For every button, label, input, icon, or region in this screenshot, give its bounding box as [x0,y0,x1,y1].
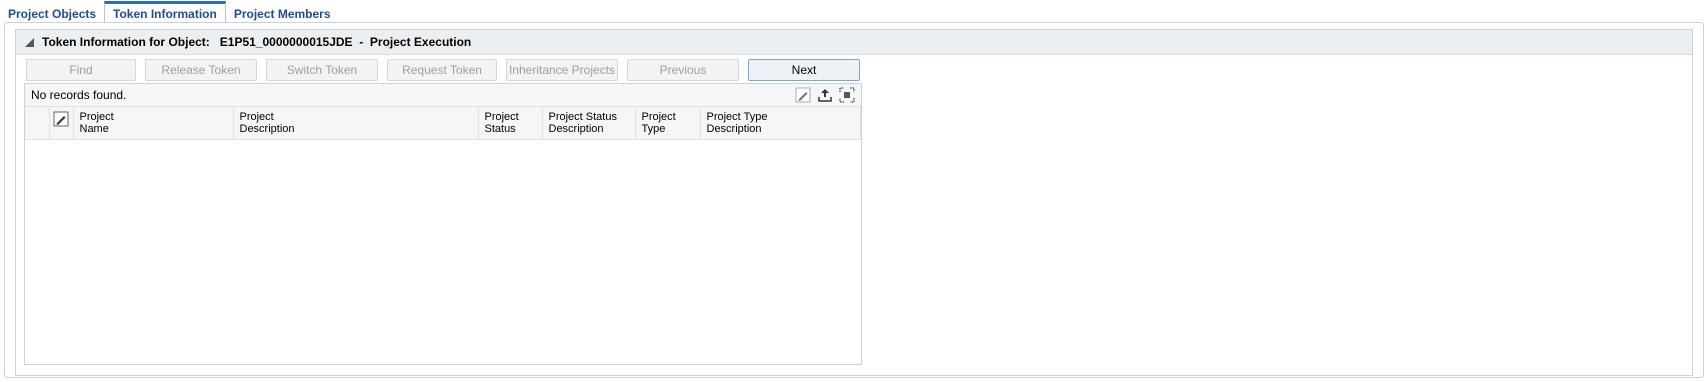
export-icon[interactable] [817,87,833,103]
previous-button[interactable]: Previous [627,59,739,81]
switch-token-button[interactable]: Switch Token [266,59,378,81]
column-header-project-name[interactable]: Project Name [73,107,234,140]
tab-bar: Project Objects Token Information Projec… [0,0,339,24]
next-button[interactable]: Next [748,59,860,81]
column-header-project-type[interactable]: Project Type [635,107,701,140]
toolbar: Find Release Token Switch Token Request … [26,59,869,81]
column-header-project-type-description[interactable]: Project Type Description [700,107,861,140]
grid-toolbar: No records found. [25,84,861,107]
tab-token-information[interactable]: Token Information [104,1,226,24]
column-header-project-status-description[interactable]: Project Status Description [542,107,636,140]
fullscreen-icon[interactable] [839,87,855,103]
release-token-button[interactable]: Release Token [145,59,257,81]
column-header-project-status[interactable]: Project Status [478,107,543,140]
token-grid: No records found. Project Name Project D… [24,83,862,365]
tab-project-objects[interactable]: Project Objects [0,4,104,24]
grid-header: Project Name Project Description Project St… [25,107,861,140]
tab-project-members[interactable]: Project Members [226,4,339,24]
edit-column [49,107,74,140]
column-header-project-description[interactable]: Project Description [233,107,479,140]
request-token-button[interactable]: Request Token [387,59,497,81]
inheritance-projects-button[interactable]: Inheritance Projects [506,59,618,81]
collapse-triangle-icon[interactable] [25,37,34,47]
row-selector-column [25,107,50,140]
panel-title: Token Information for Object: E1P51_0000… [42,35,472,49]
panel-header: Token Information for Object: E1P51_0000… [16,30,1692,55]
grid-status-text: No records found. [31,88,127,102]
token-information-panel: Token Information for Object: E1P51_0000… [15,29,1693,376]
find-button[interactable]: Find [26,59,136,81]
edit-icon[interactable] [795,87,811,103]
row-edit-icon[interactable] [53,111,69,127]
